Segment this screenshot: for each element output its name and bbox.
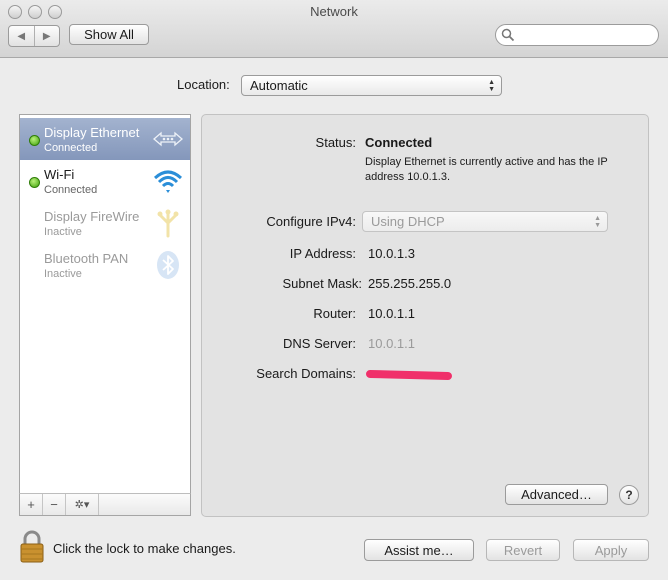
- configure-ipv4-label: Configure IPv4:: [266, 214, 356, 229]
- select-arrows-icon: ▲ ▼: [488, 79, 495, 93]
- add-service-button[interactable]: +: [20, 494, 43, 515]
- dns-server-value: 10.0.1.1: [368, 336, 415, 351]
- window-title: Network: [310, 4, 358, 19]
- status-green-dot-icon: [29, 177, 40, 188]
- service-item-display-ethernet[interactable]: Display Ethernet Connected: [20, 118, 190, 160]
- service-status: Inactive: [44, 268, 82, 280]
- service-list-toolbar: + − ✲▾: [19, 493, 191, 516]
- search-icon: [501, 28, 515, 42]
- advanced-button[interactable]: Advanced…: [505, 484, 608, 505]
- subnet-mask-label: Subnet Mask:: [282, 276, 363, 291]
- search-input[interactable]: [495, 24, 659, 46]
- location-value: Automatic: [250, 78, 308, 93]
- service-name: Wi-Fi: [44, 167, 75, 182]
- window-titlebar: Network ◀ ▶ Show All: [0, 0, 668, 58]
- back-forward-control: ◀ ▶: [8, 25, 60, 47]
- back-button[interactable]: ◀: [9, 26, 35, 46]
- router-value: 10.0.1.1: [368, 306, 415, 321]
- service-list: Display Ethernet Connected Wi-Fi Connect…: [19, 114, 191, 494]
- location-label: Location:: [177, 77, 230, 92]
- bluetooth-icon: [157, 251, 179, 279]
- service-name: Bluetooth PAN: [44, 251, 129, 266]
- firewire-icon: [157, 209, 179, 238]
- minus-icon: −: [50, 497, 58, 512]
- status-label: Status:: [315, 135, 356, 150]
- dns-server-label: DNS Server:: [283, 336, 356, 351]
- lock-message: Click the lock to make changes.: [53, 541, 236, 556]
- forward-button[interactable]: ▶: [35, 26, 60, 46]
- service-name: Display FireWire: [44, 209, 140, 224]
- back-icon: ◀: [17, 30, 26, 42]
- select-arrows-icon: ▲ ▼: [594, 215, 601, 229]
- plus-icon: +: [27, 497, 35, 512]
- router-label: Router:: [313, 306, 356, 321]
- remove-service-button[interactable]: −: [43, 494, 66, 515]
- service-item-display-firewire[interactable]: Display FireWire Inactive: [20, 202, 190, 244]
- search-domains-label: Search Domains:: [256, 366, 356, 381]
- service-item-bluetooth-pan[interactable]: Bluetooth PAN Inactive: [20, 244, 190, 286]
- revert-button[interactable]: Revert: [486, 539, 560, 561]
- subnet-mask-value: 255.255.255.0: [368, 276, 452, 291]
- lock-icon[interactable]: [18, 530, 46, 564]
- ip-address-value: 10.0.1.3: [368, 246, 415, 261]
- help-button[interactable]: ?: [619, 485, 639, 505]
- status-value: Connected: [365, 135, 433, 150]
- gear-icon: ✲▾: [74, 499, 90, 511]
- service-status: Connected: [44, 142, 98, 154]
- help-icon: ?: [625, 488, 633, 502]
- show-all-button[interactable]: Show All: [69, 24, 149, 45]
- status-green-dot-icon: [29, 135, 40, 146]
- wifi-icon: [153, 170, 183, 193]
- service-status: Inactive: [44, 226, 82, 238]
- ethernet-icon: [153, 131, 183, 147]
- status-description: Display Ethernet is currently active and…: [365, 156, 608, 183]
- forward-icon: ▶: [42, 30, 51, 42]
- service-name: Display Ethernet: [44, 125, 140, 140]
- configure-ipv4-select[interactable]: Using DHCP ▲ ▼: [362, 211, 608, 232]
- apply-button[interactable]: Apply: [573, 539, 649, 561]
- location-select[interactable]: Automatic ▲ ▼: [241, 75, 502, 96]
- service-item-wifi[interactable]: Wi-Fi Connected: [20, 160, 190, 202]
- action-menu-button[interactable]: ✲▾: [66, 494, 99, 515]
- ip-address-label: IP Address:: [289, 246, 356, 261]
- service-status: Connected: [44, 184, 98, 196]
- assist-me-button[interactable]: Assist me…: [364, 539, 474, 561]
- configure-ipv4-value: Using DHCP: [371, 214, 445, 229]
